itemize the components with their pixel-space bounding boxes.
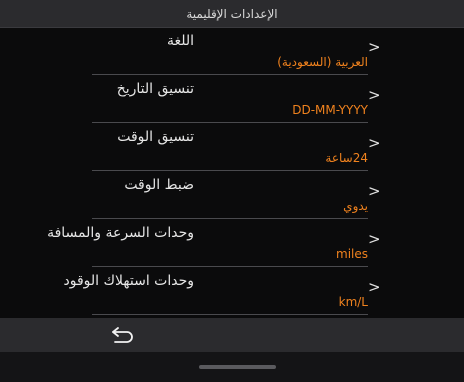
page-title: الإعدادات الإقليمية bbox=[186, 6, 278, 21]
row-divider bbox=[92, 314, 368, 315]
setting-value: DD-MM-YYYY bbox=[292, 103, 368, 117]
row-divider bbox=[92, 266, 368, 267]
setting-value: العربية (السعودية) bbox=[277, 55, 368, 69]
setting-label: ضبط الوقت bbox=[124, 177, 194, 193]
setting-time-format[interactable]: تنسيق الوقت 24ساعة > bbox=[0, 124, 464, 171]
setting-speed-distance-units[interactable]: وحدات السرعة والمسافة miles > bbox=[0, 220, 464, 267]
setting-time-adjust[interactable]: ضبط الوقت يدوي > bbox=[0, 172, 464, 219]
setting-language[interactable]: اللغة العربية (السعودية) > bbox=[0, 28, 464, 75]
chevron-right-icon: > bbox=[368, 182, 381, 200]
regional-settings-screen: الإعدادات الإقليمية اللغة العربية (السعو… bbox=[0, 0, 464, 382]
setting-value: km/L bbox=[338, 295, 368, 309]
row-divider bbox=[92, 170, 368, 171]
bottom-bar bbox=[0, 318, 464, 352]
setting-label: اللغة bbox=[166, 33, 194, 49]
chevron-right-icon: > bbox=[368, 278, 381, 296]
setting-label: وحدات استهلاك الوقود bbox=[63, 273, 194, 289]
setting-value: miles bbox=[336, 247, 368, 261]
chevron-right-icon: > bbox=[368, 230, 381, 248]
back-arrow-icon bbox=[112, 327, 133, 343]
footer bbox=[0, 352, 464, 382]
back-button[interactable] bbox=[106, 324, 140, 346]
setting-value: 24ساعة bbox=[325, 151, 368, 165]
title-bar: الإعدادات الإقليمية bbox=[0, 0, 464, 28]
setting-value: يدوي bbox=[343, 199, 368, 213]
setting-label: وحدات السرعة والمسافة bbox=[47, 225, 194, 241]
setting-date-format[interactable]: تنسيق التاريخ DD-MM-YYYY > bbox=[0, 76, 464, 123]
row-divider bbox=[92, 74, 368, 75]
setting-fuel-consumption-units[interactable]: وحدات استهلاك الوقود km/L > bbox=[0, 268, 464, 315]
chevron-right-icon: > bbox=[368, 38, 381, 56]
home-indicator[interactable] bbox=[199, 365, 276, 369]
chevron-right-icon: > bbox=[368, 86, 381, 104]
setting-label: تنسيق الوقت bbox=[117, 129, 194, 145]
row-divider bbox=[92, 122, 368, 123]
settings-list: اللغة العربية (السعودية) > تنسيق التاريخ… bbox=[0, 28, 464, 318]
setting-label: تنسيق التاريخ bbox=[116, 81, 194, 97]
chevron-right-icon: > bbox=[368, 134, 381, 152]
row-divider bbox=[92, 218, 368, 219]
